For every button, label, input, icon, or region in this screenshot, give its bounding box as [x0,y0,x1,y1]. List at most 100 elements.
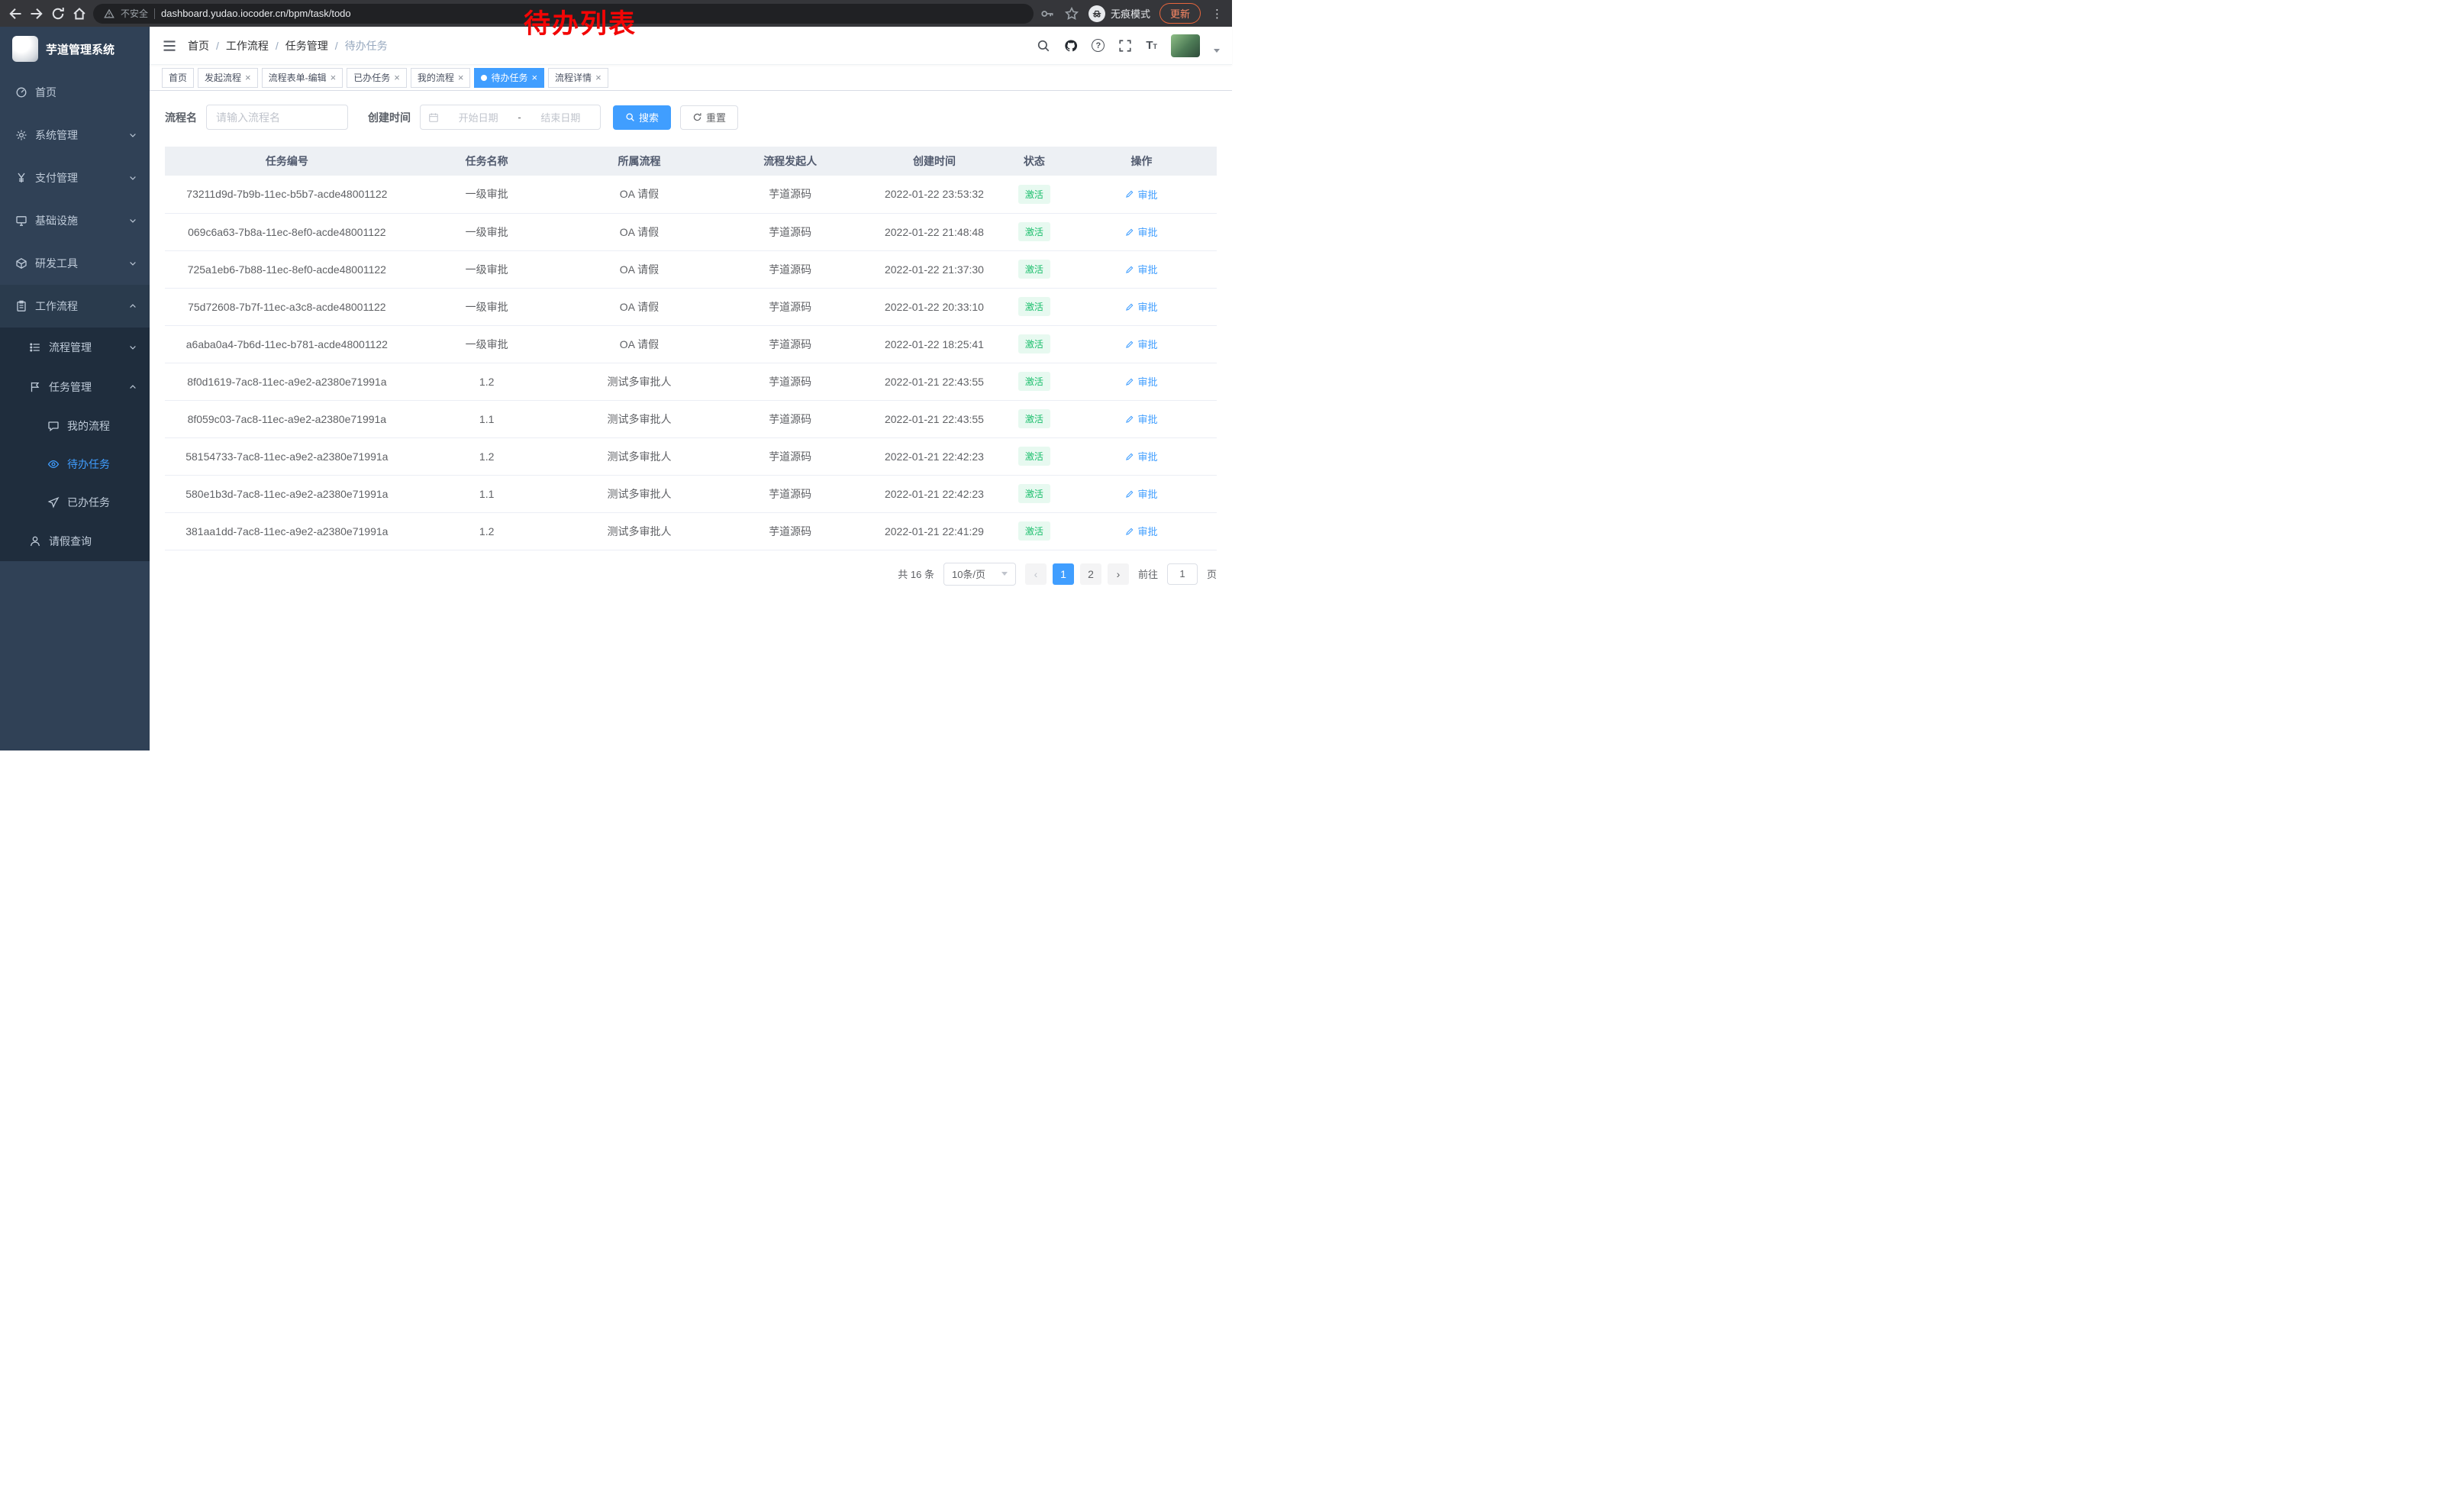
reset-button-label: 重置 [706,110,726,124]
approve-link[interactable]: 审批 [1125,262,1157,276]
search-button[interactable]: 搜索 [613,105,671,130]
breadcrumb-workflow[interactable]: 工作流程 [226,38,269,53]
sidebar-item-dev-tools[interactable]: 研发工具 [0,242,150,285]
approve-link[interactable]: 审批 [1125,224,1157,239]
url-divider [154,8,155,19]
process-cell: OA 请假 [565,250,714,288]
tab-close-icon[interactable]: × [394,73,400,82]
bookmark-star-icon[interactable] [1064,6,1079,21]
goto-page-input[interactable] [1167,563,1198,585]
create-time-cell: 2022-01-21 22:42:23 [866,475,1002,512]
sidebar-item-home[interactable]: 首页 [0,71,150,114]
tab-process-detail[interactable]: 流程详情 × [548,68,608,88]
browser-home-icon[interactable] [72,6,87,21]
tab-start-process[interactable]: 发起流程 × [198,68,258,88]
process-name-input[interactable] [206,105,348,130]
column-status: 状态 [1002,147,1066,176]
sidebar-item-label: 任务管理 [49,379,92,395]
sidebar-item-system-management[interactable]: 系统管理 [0,114,150,157]
prev-page-button[interactable]: ‹ [1025,563,1047,585]
approve-link[interactable]: 审批 [1125,187,1157,202]
sidebar-item-leave-query[interactable]: 请假查询 [0,521,150,561]
approve-link[interactable]: 审批 [1125,412,1157,426]
create-time-cell: 2022-01-22 21:48:48 [866,213,1002,250]
table-row: 73211d9d-7b9b-11ec-b5b7-acde48001122 一级审… [165,176,1217,213]
sidebar-item-my-process[interactable]: 我的流程 [0,407,150,445]
sidebar-item-todo-tasks[interactable]: 待办任务 [0,445,150,483]
task-name-cell: 一级审批 [409,288,565,325]
password-key-icon[interactable] [1040,6,1055,21]
page-size-select[interactable]: 10条/页 [943,563,1016,586]
approve-link[interactable]: 审批 [1125,299,1157,314]
tab-label: 待办任务 [491,71,527,84]
breadcrumb-separator: / [269,40,285,52]
help-icon[interactable]: ? [1092,39,1105,52]
start-date-placeholder: 开始日期 [447,110,510,124]
tab-todo-tasks[interactable]: 待办任务 × [474,68,544,88]
breadcrumb-separator: / [328,40,345,52]
search-icon[interactable] [1037,39,1050,53]
task-id-cell: 75d72608-7b7f-11ec-a3c8-acde48001122 [165,288,409,325]
date-range-picker[interactable]: 开始日期 - 结束日期 [420,105,601,130]
process-name-label: 流程名 [165,110,197,125]
status-badge: 激活 [1018,260,1050,279]
chrome-update-button[interactable]: 更新 [1159,3,1201,24]
task-name-cell: 一级审批 [409,213,565,250]
tab-close-icon[interactable]: × [245,73,251,82]
font-size-icon[interactable]: TT [1146,40,1157,51]
breadcrumb-separator: / [209,40,226,52]
sidebar-item-infrastructure[interactable]: 基础设施 [0,199,150,242]
process-cell: OA 请假 [565,213,714,250]
chrome-menu-icon[interactable]: ⋮ [1210,7,1224,21]
tab-close-icon[interactable]: × [595,73,601,82]
approve-link[interactable]: 审批 [1125,486,1157,501]
status-cell: 激活 [1002,288,1066,325]
sidebar-logo[interactable]: 芋道管理系统 [0,27,150,71]
sidebar-item-label: 工作流程 [35,299,78,314]
browser-back-icon[interactable] [8,6,23,21]
breadcrumb-task-management[interactable]: 任务管理 [285,38,328,53]
tab-close-icon[interactable]: × [331,73,337,82]
tab-done-tasks[interactable]: 已办任务 × [347,68,407,88]
sidebar-item-label: 待办任务 [67,457,110,472]
operation-cell: 审批 [1066,400,1217,437]
sidebar-item-done-tasks[interactable]: 已办任务 [0,483,150,521]
edit-pencil-icon [1125,228,1134,237]
approve-link[interactable]: 审批 [1125,337,1157,351]
tab-home[interactable]: 首页 [162,68,194,88]
approve-link[interactable]: 审批 [1125,449,1157,463]
breadcrumb-home[interactable]: 首页 [188,38,209,53]
sidebar-item-workflow[interactable]: 工作流程 [0,285,150,328]
sidebar-collapse-icon[interactable] [162,38,177,53]
sidebar-item-task-management[interactable]: 任务管理 [0,367,150,407]
tab-close-icon[interactable]: × [531,73,537,82]
approve-link[interactable]: 审批 [1125,524,1157,538]
tab-process-form-edit[interactable]: 流程表单-编辑 × [262,68,343,88]
user-avatar[interactable] [1171,34,1200,57]
approve-link[interactable]: 审批 [1125,374,1157,389]
process-cell: 测试多审批人 [565,400,714,437]
status-badge: 激活 [1018,447,1050,466]
avatar-caret-icon[interactable] [1214,49,1220,53]
column-initiator: 流程发起人 [714,147,866,176]
approve-link-label: 审批 [1137,337,1157,351]
sidebar-item-payment-management[interactable]: 支付管理 [0,157,150,199]
status-badge: 激活 [1018,521,1050,541]
task-name-cell: 一级审批 [409,250,565,288]
page-button-1[interactable]: 1 [1053,563,1074,585]
next-page-button[interactable]: › [1108,563,1129,585]
reset-button[interactable]: 重置 [680,105,738,130]
browser-forward-icon[interactable] [29,6,44,21]
github-icon[interactable] [1064,39,1078,53]
table-row: 069c6a63-7b8a-11ec-8ef0-acde48001122 一级审… [165,213,1217,250]
edit-pencil-icon [1125,265,1134,274]
tab-my-process[interactable]: 我的流程 × [411,68,471,88]
tab-close-icon[interactable]: × [458,73,464,82]
fullscreen-icon[interactable] [1118,39,1132,53]
page-button-2[interactable]: 2 [1080,563,1101,585]
browser-reload-icon[interactable] [50,6,66,21]
sidebar-item-process-management[interactable]: 流程管理 [0,328,150,367]
status-cell: 激活 [1002,437,1066,475]
status-badge: 激活 [1018,484,1050,503]
page-content: 流程名 创建时间 开始日期 - 结束日期 搜索 重置 [150,91,1232,599]
